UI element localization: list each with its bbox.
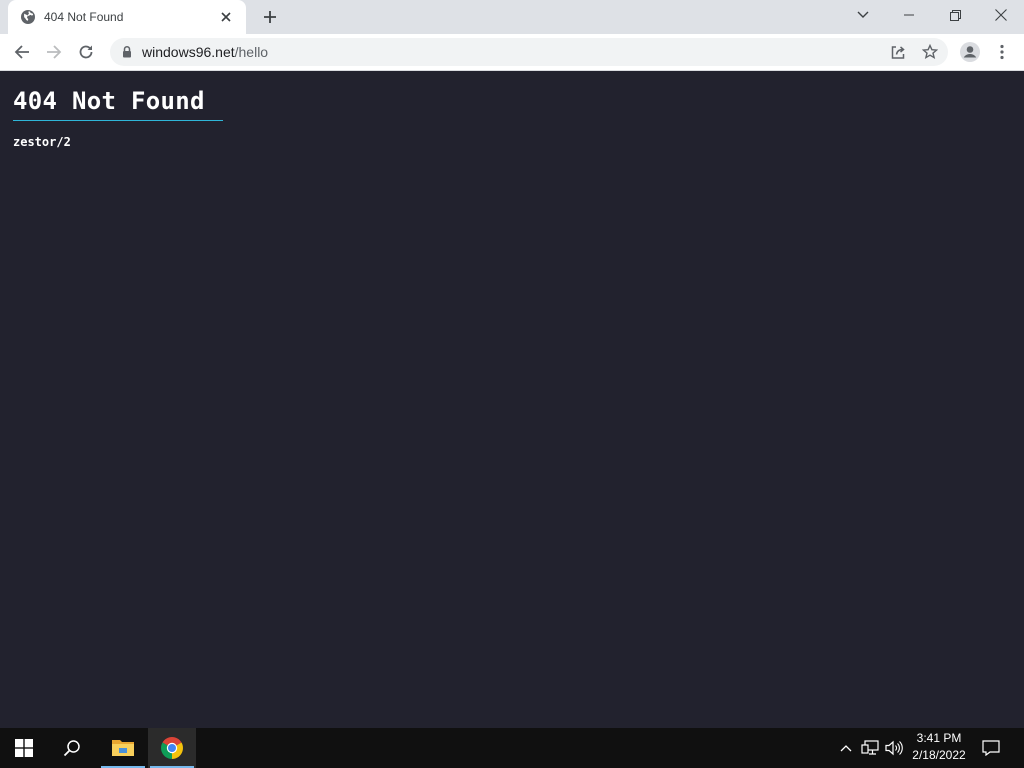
profile-avatar-icon[interactable] [955, 37, 985, 67]
search-icon[interactable] [48, 728, 96, 768]
lock-icon[interactable] [120, 45, 134, 59]
chrome-icon[interactable] [148, 728, 196, 768]
globe-icon [20, 9, 36, 25]
minimize-icon[interactable] [886, 0, 932, 30]
tab-strip: 404 Not Found [0, 0, 1024, 34]
title-underline [13, 120, 223, 121]
close-tab-icon[interactable] [216, 7, 236, 27]
tab-search-icon[interactable] [840, 0, 886, 30]
more-menu-icon[interactable] [987, 37, 1017, 67]
url-path: /hello [234, 44, 269, 60]
back-icon[interactable] [7, 37, 37, 67]
page-content: 404 Not Found zestor/2 [0, 71, 1024, 728]
show-hidden-icons-chevron-icon[interactable] [836, 738, 856, 758]
url-text: windows96.net/hello [142, 44, 268, 60]
start-icon[interactable] [0, 728, 48, 768]
address-bar[interactable]: windows96.net/hello [110, 38, 948, 66]
reload-icon[interactable] [71, 37, 101, 67]
bookmark-star-icon[interactable] [920, 42, 940, 62]
browser-tab[interactable]: 404 Not Found [8, 0, 246, 34]
close-window-icon[interactable] [978, 0, 1024, 30]
taskbar-clock[interactable]: 3:41 PM 2/18/2022 [906, 730, 972, 766]
volume-icon[interactable] [884, 738, 904, 758]
url-host: windows96.net [142, 44, 235, 60]
clock-time: 3:41 PM [916, 731, 962, 745]
forward-icon[interactable] [39, 37, 69, 67]
restore-icon[interactable] [932, 0, 978, 30]
browser-toolbar: windows96.net/hello [0, 34, 1024, 71]
page-title: 404 Not Found [13, 87, 205, 115]
tab-title: 404 Not Found [44, 10, 124, 24]
server-signature: zestor/2 [13, 135, 71, 149]
notification-center-icon[interactable] [981, 738, 1001, 758]
taskbar: 3:41 PM 2/18/2022 [0, 728, 1024, 768]
network-icon[interactable] [860, 738, 880, 758]
share-icon[interactable] [888, 42, 908, 62]
file-explorer-icon[interactable] [99, 728, 147, 768]
clock-date: 2/18/2022 [912, 748, 966, 762]
new-tab-button[interactable] [256, 3, 284, 31]
